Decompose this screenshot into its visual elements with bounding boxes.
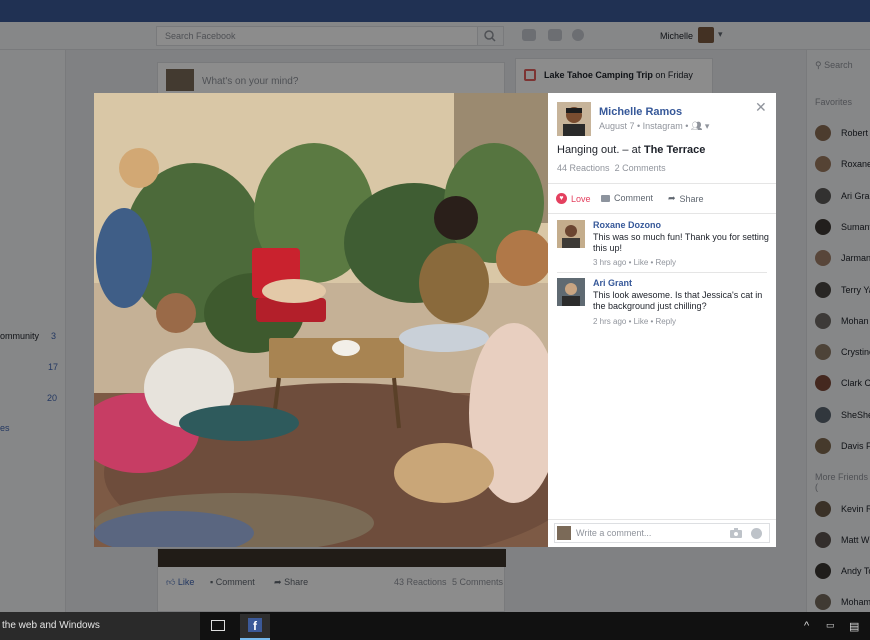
group-photo-illustration <box>94 93 548 547</box>
comment-author[interactable]: Roxane Dozono <box>593 220 661 230</box>
audience-friends-icon[interactable]: 👥︎ <box>691 121 702 131</box>
author-avatar-image <box>557 102 591 136</box>
taskbar-search-text: the web and Windows <box>2 620 100 631</box>
comment-text: This was so much fun! Thank you for sett… <box>593 232 769 253</box>
caption-text: Hanging out. – at <box>557 144 644 156</box>
action-center-icon[interactable]: ▤ <box>849 620 859 633</box>
comment-button[interactable]: Comment <box>601 193 653 203</box>
post-stats: 44 Reactions 2 Comments <box>557 163 666 173</box>
taskbar-search[interactable]: the web and Windows <box>0 612 200 640</box>
chevron-up-icon[interactable]: ^ <box>804 620 809 632</box>
theater-sidebar: Michelle Ramos August 7 • Instagram • 👥︎… <box>548 93 776 547</box>
comment-author[interactable]: Ari Grant <box>593 278 632 288</box>
divider <box>557 272 767 273</box>
caption-place-link[interactable]: The Terrace <box>644 144 706 156</box>
comments-count[interactable]: 2 Comments <box>615 163 666 173</box>
share-icon: ➦ <box>668 193 676 203</box>
windows-taskbar: the web and Windows f ^ ▭ ▤ <box>0 612 870 640</box>
post-caption: Hanging out. – at The Terrace <box>557 144 705 156</box>
comment-label: Comment <box>614 193 654 203</box>
share-button[interactable]: ➦ Share <box>668 193 704 204</box>
camera-icon[interactable] <box>730 528 742 538</box>
commenter-avatar-image <box>557 220 585 248</box>
task-view-icon[interactable] <box>211 620 225 631</box>
facebook-logo-icon: f <box>248 618 262 633</box>
divider <box>548 519 776 520</box>
author-name[interactable]: Michelle Ramos <box>599 106 682 118</box>
chevron-down-icon[interactable]: ▾ <box>705 121 710 131</box>
post-meta-text: August 7 • Instagram • <box>599 121 691 131</box>
network-icon[interactable]: ▭ <box>826 620 835 631</box>
heart-icon: ♥ <box>556 193 567 204</box>
taskbar-facebook-app[interactable]: f <box>240 614 270 640</box>
commenter-avatar[interactable] <box>557 220 585 248</box>
close-icon[interactable]: ✕ <box>755 99 767 116</box>
comment-text: This look awesome. Is that Jessica's cat… <box>593 290 763 311</box>
share-label: Share <box>679 193 704 204</box>
comments-list: Roxane Dozono This was so much fun! Than… <box>548 214 776 519</box>
emoji-icon[interactable] <box>751 528 762 539</box>
post-meta: August 7 • Instagram • 👥︎ ▾ <box>599 121 709 132</box>
comment-meta[interactable]: 3 hrs ago • Like • Reply <box>593 258 676 267</box>
reactions-count[interactable]: 44 Reactions <box>557 163 610 173</box>
write-comment-placeholder[interactable]: Write a comment... <box>576 528 651 538</box>
current-user-avatar <box>557 526 571 540</box>
divider <box>548 183 776 184</box>
comment-meta[interactable]: 2 hrs ago • Like • Reply <box>593 317 676 326</box>
love-button[interactable]: ♥ Love <box>556 193 591 204</box>
love-label: Love <box>571 193 591 204</box>
theater-photo[interactable] <box>94 93 548 547</box>
commenter-avatar[interactable] <box>557 278 585 306</box>
write-comment-field[interactable]: Write a comment... <box>554 523 770 543</box>
commenter-avatar-image <box>557 278 585 306</box>
author-avatar[interactable] <box>557 102 591 136</box>
comment-icon <box>601 194 610 202</box>
